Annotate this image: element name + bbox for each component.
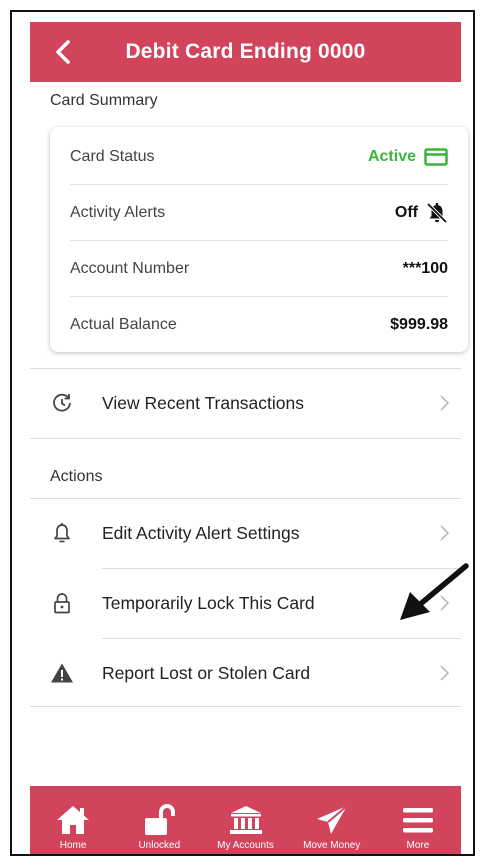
- send-icon: [316, 805, 348, 834]
- card-status-row: Card Status Active: [70, 129, 448, 185]
- divider: [30, 706, 461, 707]
- edit-activity-alert-settings-item[interactable]: Edit Activity Alert Settings: [30, 500, 461, 566]
- lock-icon: [50, 591, 74, 615]
- divider: [30, 368, 461, 369]
- view-recent-transactions-label: View Recent Transactions: [102, 392, 305, 413]
- account-number-row: Account Number ***100: [70, 241, 448, 297]
- actual-balance-value: $999.98: [390, 316, 448, 333]
- edit-activity-alert-settings-label: Edit Activity Alert Settings: [102, 522, 300, 543]
- phone-frame: Debit Card Ending 0000 Card Summary Card…: [10, 10, 475, 856]
- report-lost-stolen-card-label: Report Lost or Stolen Card: [102, 662, 311, 683]
- actual-balance-label: Actual Balance: [70, 316, 177, 333]
- activity-alerts-value: Off: [395, 202, 448, 224]
- activity-alerts-row: Activity Alerts Off: [70, 185, 448, 241]
- bell-icon: [50, 521, 74, 545]
- menu-icon: [402, 808, 433, 833]
- card-summary-heading: Card Summary: [50, 92, 158, 109]
- unlocked-icon: [145, 804, 176, 835]
- annotation-arrow-icon: [400, 563, 469, 620]
- card-summary-panel: Card Status Active Activity Alerts Off A…: [50, 127, 468, 352]
- tab-move-money[interactable]: Move Money: [289, 786, 375, 854]
- divider: [30, 438, 461, 439]
- activity-alerts-label: Activity Alerts: [70, 204, 166, 221]
- bell-off-icon: [426, 202, 448, 224]
- history-icon: [50, 391, 74, 415]
- home-icon: [57, 806, 90, 834]
- tab-more[interactable]: More: [375, 786, 461, 854]
- actions-heading: Actions: [50, 468, 103, 485]
- divider: [30, 498, 461, 499]
- card-status-value: Active: [368, 148, 448, 166]
- tab-home[interactable]: Home: [30, 786, 116, 854]
- report-lost-stolen-card-item[interactable]: Report Lost or Stolen Card: [30, 640, 461, 706]
- warning-icon: [50, 661, 74, 685]
- temporarily-lock-card-label: Temporarily Lock This Card: [102, 592, 315, 613]
- card-status-label: Card Status: [70, 148, 155, 165]
- chevron-right-icon: [440, 395, 450, 411]
- bank-icon: [229, 806, 262, 834]
- page-title: Debit Card Ending 0000: [125, 40, 366, 63]
- app-header: Debit Card Ending 0000: [30, 22, 461, 82]
- bottom-tab-bar: Home Unlocked My Accounts Move Money Mor…: [30, 786, 461, 854]
- actual-balance-row: Actual Balance $999.98: [70, 297, 448, 353]
- card-icon: [424, 148, 448, 166]
- chevron-right-icon: [440, 525, 450, 541]
- view-recent-transactions-item[interactable]: View Recent Transactions: [30, 370, 461, 436]
- account-number-value: ***100: [402, 260, 448, 277]
- chevron-right-icon: [440, 665, 450, 681]
- divider: [102, 638, 461, 639]
- account-number-label: Account Number: [70, 260, 190, 277]
- tab-unlocked[interactable]: Unlocked: [116, 786, 202, 854]
- chevron-left-icon: [56, 40, 70, 64]
- tab-my-accounts[interactable]: My Accounts: [202, 786, 288, 854]
- back-button[interactable]: [48, 34, 78, 70]
